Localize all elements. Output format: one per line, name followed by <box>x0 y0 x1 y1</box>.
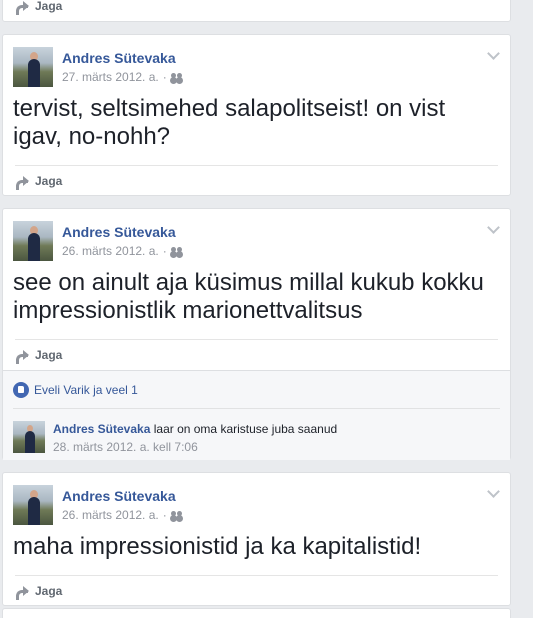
post-header: Andres Sütevaka 26. märts 2012. a. · <box>3 473 510 533</box>
avatar[interactable] <box>13 221 53 261</box>
post-card-partial-bottom <box>2 608 511 618</box>
avatar[interactable] <box>13 47 53 87</box>
friends-icon[interactable] <box>170 510 183 520</box>
share-button[interactable]: Jaga <box>35 0 62 13</box>
post-card: Andres Sütevaka 26. märts 2012. a. · see… <box>2 208 511 460</box>
share-arrow-icon <box>15 0 29 15</box>
comment-line: Andres Sütevaka laar on oma karistuse ju… <box>53 422 337 436</box>
post-actions: Jaga <box>15 0 498 21</box>
like-icon <box>13 381 29 398</box>
comment-author[interactable]: Andres Sütevaka <box>53 422 150 436</box>
post-text: tervist, seltsimehed salapolitseist! on … <box>13 95 446 150</box>
share-arrow-icon <box>15 585 29 600</box>
post-card: Andres Sütevaka 27. märts 2012. a. · ter… <box>2 34 511 196</box>
author-name[interactable]: Andres Sütevaka <box>62 224 176 240</box>
share-button[interactable]: Jaga <box>35 584 62 598</box>
post-date[interactable]: 26. märts 2012. a. <box>62 244 159 258</box>
meta-separator: · <box>162 244 167 258</box>
author-name[interactable]: Andres Sütevaka <box>62 50 176 66</box>
share-arrow-icon <box>15 349 29 364</box>
post-text: maha impressionistid ja ka kapitalistid! <box>13 533 422 560</box>
divider <box>13 408 500 409</box>
friends-icon[interactable] <box>170 246 183 256</box>
post-header: Andres Sütevaka 27. märts 2012. a. · <box>3 35 510 95</box>
comment: Andres Sütevaka laar on oma karistuse ju… <box>3 408 510 460</box>
post-card: Andres Sütevaka 26. märts 2012. a. · mah… <box>2 472 511 606</box>
comment-timestamp[interactable]: 28. märts 2012. a. kell 7:06 <box>53 440 198 454</box>
post-card-partial-top: Jaga <box>2 0 511 22</box>
friends-icon[interactable] <box>170 72 183 82</box>
chevron-down-icon[interactable] <box>487 47 500 60</box>
post-text: see on ainult aja küsimus millal kukub k… <box>13 269 484 324</box>
post-meta: 27. märts 2012. a. · <box>62 70 183 84</box>
post-date[interactable]: 26. märts 2012. a. <box>62 508 159 522</box>
post-meta: 26. märts 2012. a. · <box>62 244 183 258</box>
post-date[interactable]: 27. märts 2012. a. <box>62 70 159 84</box>
meta-separator: · <box>162 508 167 522</box>
reactions-summary[interactable]: Eveli Varik ja veel 1 <box>3 370 510 408</box>
reactions-text[interactable]: Eveli Varik ja veel 1 <box>34 383 138 397</box>
post-actions: Jaga <box>15 339 498 370</box>
chevron-down-icon[interactable] <box>487 485 500 498</box>
comment-avatar[interactable] <box>13 421 45 453</box>
share-arrow-icon <box>15 175 29 190</box>
chevron-down-icon[interactable] <box>487 221 500 234</box>
meta-separator: · <box>162 70 167 84</box>
scrollbar-track[interactable] <box>512 0 533 618</box>
share-button[interactable]: Jaga <box>35 348 62 362</box>
post-actions: Jaga <box>15 165 498 196</box>
post-meta: 26. märts 2012. a. · <box>62 508 183 522</box>
post-header: Andres Sütevaka 26. märts 2012. a. · <box>3 209 510 269</box>
post-actions: Jaga <box>15 575 498 606</box>
share-button[interactable]: Jaga <box>35 174 62 188</box>
comment-text: laar on oma karistuse juba saanud <box>153 422 338 436</box>
avatar[interactable] <box>13 485 53 525</box>
author-name[interactable]: Andres Sütevaka <box>62 488 176 504</box>
